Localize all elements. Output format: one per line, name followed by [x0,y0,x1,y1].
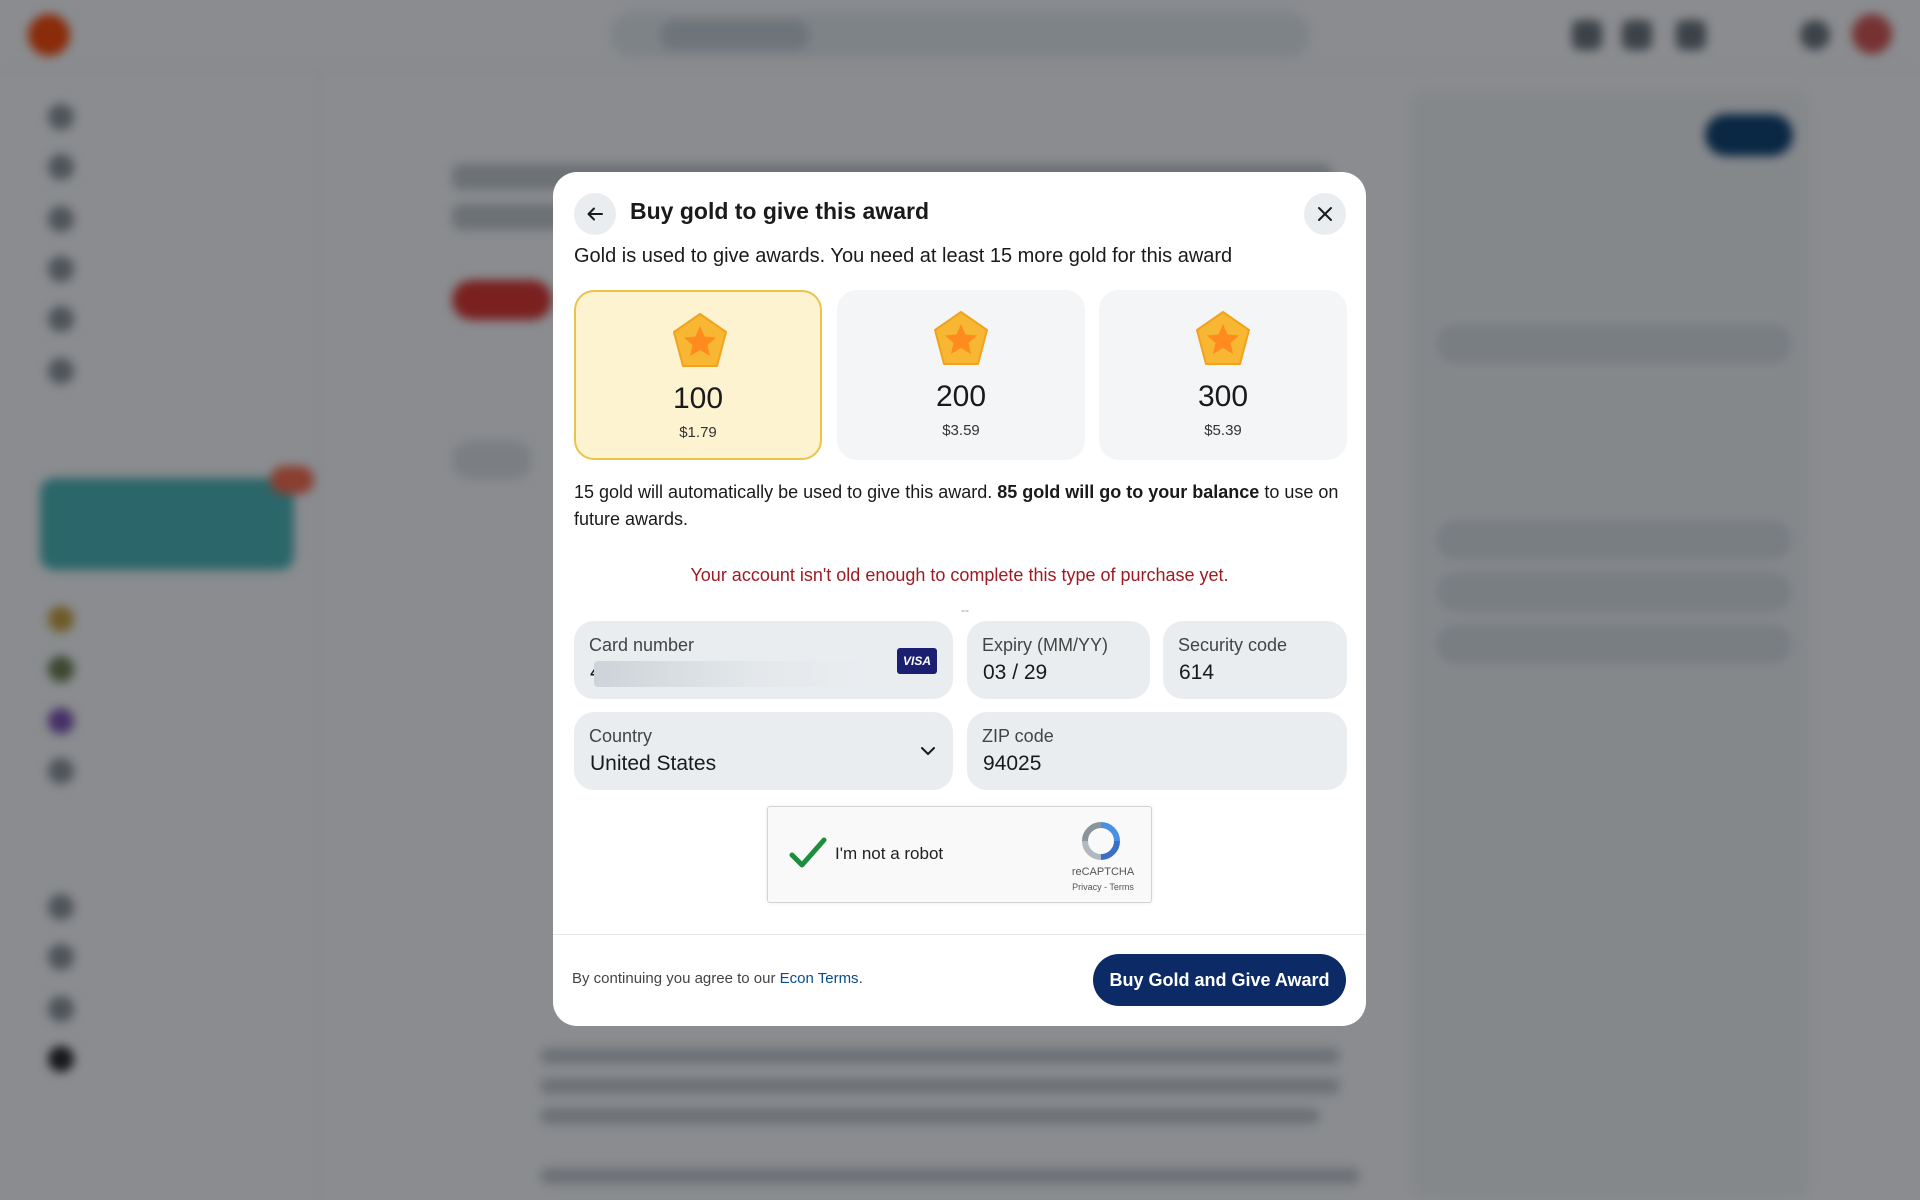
close-icon [1318,207,1332,221]
buy-gold-modal: Buy gold to give this award Gold is used… [553,172,1366,1026]
recaptcha-widget: I'm not a robot reCAPTCHA Privacy - Term… [767,806,1152,903]
gold-star-icon [934,311,988,365]
gold-package-200[interactable]: 200 $3.59 [837,290,1085,460]
terms-prefix: By continuing you agree to our [572,970,776,987]
package-amount: 100 [672,382,724,415]
error-message: Your account isn't old enough to complet… [690,565,1229,585]
econ-terms-link[interactable]: Econ Terms [780,970,859,987]
security-code-field[interactable]: Security code 614 [1163,621,1347,699]
expiry-value: 03 / 29 [983,661,1048,684]
gold-star-icon [673,313,727,367]
balance-note: 15 gold will automatically be used to gi… [574,479,1349,533]
card-number-field[interactable]: Card number 4 VISA [574,621,953,699]
checkmark-icon[interactable] [788,835,828,871]
country-value: United States [590,752,717,775]
close-button[interactable] [1304,193,1346,235]
package-amount: 300 [1197,380,1249,413]
gold-star-icon [1196,311,1250,365]
modal-intro: Gold is used to give awards. You need at… [574,245,1233,267]
terms-text: By continuing you agree to our Econ Term… [572,970,863,987]
security-code-value: 614 [1179,661,1215,684]
gold-package-300[interactable]: 300 $5.39 [1099,290,1347,460]
gold-package-100[interactable]: 100 $1.79 [574,290,822,460]
zip-code-value: 94025 [983,752,1042,775]
zip-code-field[interactable]: ZIP code 94025 [967,712,1347,790]
package-amount: 200 [935,380,987,413]
visa-icon: VISA [897,648,937,674]
package-price: $1.79 [679,424,717,441]
modal-header: Buy gold to give this award [553,172,1366,252]
modal-footer: By continuing you agree to our Econ Term… [553,934,1366,1026]
zip-code-label: ZIP code [982,726,1054,746]
modal-title: Buy gold to give this award [630,198,930,224]
card-number-label: Card number [589,635,695,655]
expiry-field[interactable]: Expiry (MM/YY) 03 / 29 [967,621,1150,699]
recaptcha-icon [1082,822,1120,860]
captcha-label: I'm not a robot [835,844,944,863]
terms-suffix: . [858,970,863,987]
back-button[interactable] [574,193,616,235]
recaptcha-brand: reCAPTCHA [1071,866,1135,878]
divider-mark: -- [961,603,969,617]
package-price: $3.59 [942,422,980,439]
note-text: 15 gold will automatically be used to gi… [574,482,993,502]
card-number-mask [594,661,862,687]
country-select[interactable]: Country United States [574,712,953,790]
security-code-label: Security code [1178,635,1288,655]
buy-gold-button[interactable]: Buy Gold and Give Award [1093,954,1346,1006]
back-arrow-icon [587,207,603,221]
chevron-down-icon [921,747,935,755]
recaptcha-links[interactable]: Privacy - Terms [1058,882,1148,892]
expiry-label: Expiry (MM/YY) [982,635,1108,655]
package-price: $5.39 [1204,422,1242,439]
note-bold: 85 gold will go to your balance [997,482,1260,502]
country-label: Country [589,726,653,746]
